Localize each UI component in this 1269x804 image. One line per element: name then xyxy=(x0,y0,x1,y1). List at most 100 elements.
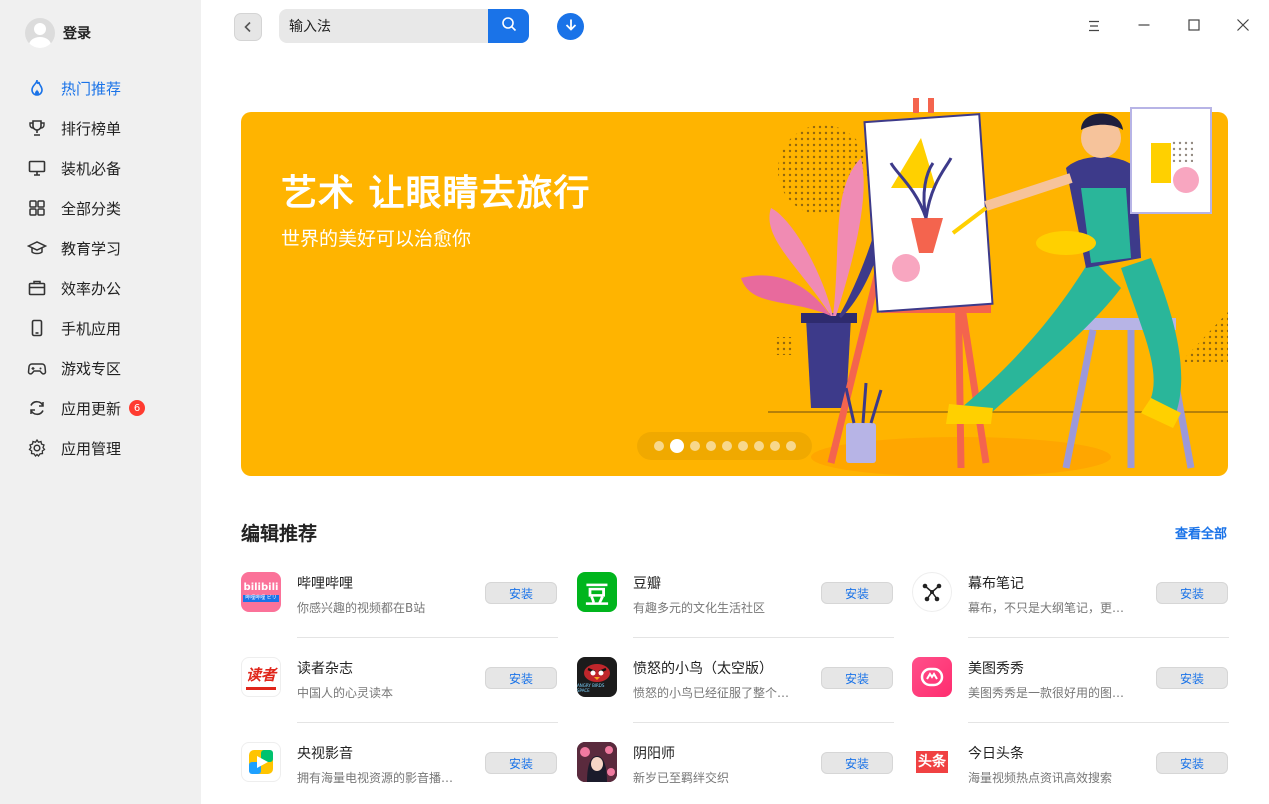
maximize-icon xyxy=(1187,17,1201,36)
minimize-button[interactable] xyxy=(1132,14,1156,38)
back-button[interactable] xyxy=(234,13,262,41)
phone-icon xyxy=(27,318,47,338)
sidebar-item-categories[interactable]: 全部分类 xyxy=(0,188,201,228)
sidebar-item-games[interactable]: 游戏专区 xyxy=(0,348,201,388)
sidebar-item-office[interactable]: 效率办公 xyxy=(0,268,201,308)
carousel-dot[interactable] xyxy=(669,439,684,453)
install-button[interactable]: 安装 xyxy=(821,582,893,604)
sidebar-item-essentials[interactable]: 装机必备 xyxy=(0,148,201,188)
app-name[interactable]: 哔哩哔哩 xyxy=(297,573,353,593)
sidebar-item-label: 效率办公 xyxy=(61,279,122,298)
install-button[interactable]: 安装 xyxy=(485,582,557,604)
view-all-link[interactable]: 查看全部 xyxy=(1175,523,1227,542)
app-description: 有趣多元的文化生活社区 xyxy=(633,601,766,615)
app-name[interactable]: 幕布笔记 xyxy=(968,573,1024,593)
sidebar-item-manage[interactable]: 应用管理 xyxy=(0,428,201,468)
app-item-cctv[interactable]: 央视影音 拥有海量电视资源的影音播… 安装 xyxy=(241,735,558,804)
carousel-dot[interactable] xyxy=(653,441,664,451)
search-input[interactable] xyxy=(279,9,488,43)
briefcase-icon xyxy=(27,278,47,298)
app-name[interactable]: 央视影音 xyxy=(297,743,353,763)
sidebar-item-label: 排行榜单 xyxy=(61,119,122,138)
app-name[interactable]: 豆瓣 xyxy=(633,573,661,593)
carousel-dot[interactable] xyxy=(689,441,700,451)
carousel-dot[interactable] xyxy=(753,441,764,451)
login-label[interactable]: 登录 xyxy=(63,23,91,43)
carousel-indicator[interactable] xyxy=(637,432,812,460)
app-item-douban[interactable]: 豆 豆瓣 有趣多元的文化生活社区 安装 xyxy=(577,565,894,650)
search-box[interactable] xyxy=(279,9,529,43)
close-button[interactable] xyxy=(1231,14,1255,38)
sidebar-nav: 热门推荐 排行榜单 装机必备 全部分类 教育学习 效率办公 手机应用 游戏专区 … xyxy=(0,68,201,468)
install-button[interactable]: 安装 xyxy=(1156,582,1228,604)
app-description: 美图秀秀是一款很好用的图… xyxy=(968,686,1125,700)
sidebar-item-label: 手机应用 xyxy=(61,319,122,338)
app-name[interactable]: 读者杂志 xyxy=(297,658,353,678)
carousel-dot[interactable] xyxy=(785,441,796,451)
minimize-icon xyxy=(1137,17,1151,36)
close-icon xyxy=(1236,17,1250,36)
app-name[interactable]: 阴阳师 xyxy=(633,743,675,763)
carousel-dot[interactable] xyxy=(705,441,716,451)
trophy-icon xyxy=(27,118,47,138)
chevron-left-icon xyxy=(242,18,254,37)
monitor-icon xyxy=(27,158,47,178)
sidebar-item-label: 热门推荐 xyxy=(61,79,122,98)
sidebar-item-label: 应用管理 xyxy=(61,439,122,458)
app-item-angry-birds[interactable]: ANGRY BIRDS SPACE 愤怒的小鸟（太空版） 愤怒的小鸟已经征服了整… xyxy=(577,650,894,735)
install-button[interactable]: 安装 xyxy=(821,667,893,689)
download-manager-button[interactable] xyxy=(557,13,584,40)
banner-subtitle: 世界的美好可以治愈你 xyxy=(281,228,472,250)
sidebar-item-mobile[interactable]: 手机应用 xyxy=(0,308,201,348)
sidebar-item-ranking[interactable]: 排行榜单 xyxy=(0,108,201,148)
sidebar-item-label: 游戏专区 xyxy=(61,359,122,378)
app-item-onmyoji[interactable]: 阴阳师 新岁已至羁绊交织 安装 xyxy=(577,735,894,804)
app-item-meitu[interactable]: 美图秀秀 美图秀秀是一款很好用的图… 安装 xyxy=(912,650,1229,735)
featured-banner[interactable]: 艺术 让眼睛去旅行 世界的美好可以治愈你 xyxy=(241,98,1228,476)
avatar[interactable] xyxy=(25,18,55,48)
app-item-mubu[interactable]: 幕布笔记 幕布，不只是大纲笔记，更… 安装 xyxy=(912,565,1229,650)
search-icon xyxy=(501,16,517,36)
divider xyxy=(297,722,558,723)
search-button[interactable] xyxy=(488,9,529,43)
app-description: 愤怒的小鸟已经征服了整个… xyxy=(633,686,790,700)
install-button[interactable]: 安装 xyxy=(1156,752,1228,774)
app-description: 拥有海量电视资源的影音播… xyxy=(297,771,454,785)
sidebar-item-hot[interactable]: 热门推荐 xyxy=(0,68,201,108)
gamepad-icon xyxy=(27,358,47,378)
install-button[interactable]: 安装 xyxy=(1156,667,1228,689)
sidebar-item-updates[interactable]: 应用更新 6 xyxy=(0,388,201,428)
app-item-duzhe[interactable]: 读者 读者杂志 中国人的心灵读本 安装 xyxy=(241,650,558,735)
divider xyxy=(633,637,894,638)
app-item-toutiao[interactable]: 头条 今日头条 海量视频热点资讯高效搜索 安装 xyxy=(912,735,1229,804)
app-name[interactable]: 今日头条 xyxy=(968,743,1024,763)
carousel-dot[interactable] xyxy=(721,441,732,451)
app-name[interactable]: 愤怒的小鸟（太空版） xyxy=(633,658,773,678)
install-button[interactable]: 安装 xyxy=(485,752,557,774)
app-description: 你感兴趣的视频都在B站 xyxy=(297,601,426,615)
section-title: 编辑推荐 xyxy=(241,523,318,545)
divider xyxy=(633,722,894,723)
install-button[interactable]: 安装 xyxy=(485,667,557,689)
install-button[interactable]: 安装 xyxy=(821,752,893,774)
sidebar-item-label: 全部分类 xyxy=(61,199,122,218)
app-description: 中国人的心灵读本 xyxy=(297,686,394,700)
hamburger-menu-icon xyxy=(1087,17,1101,36)
maximize-button[interactable] xyxy=(1182,14,1206,38)
app-name[interactable]: 美图秀秀 xyxy=(968,658,1024,678)
user-login[interactable]: 登录 xyxy=(25,18,91,48)
sidebar: 登录 热门推荐 排行榜单 装机必备 全部分类 教育学习 效率办公 手机应用 游戏… xyxy=(0,0,201,804)
sidebar-item-label: 应用更新 xyxy=(61,399,122,418)
carousel-dot[interactable] xyxy=(737,441,748,451)
app-description: 海量视频热点资讯高效搜索 xyxy=(968,771,1113,785)
sidebar-item-education[interactable]: 教育学习 xyxy=(0,228,201,268)
app-item-bilibili[interactable]: bilibili 哔哩哔哩 ビリ 哔哩哔哩 你感兴趣的视频都在B站 安装 xyxy=(241,565,558,650)
menu-button[interactable] xyxy=(1082,14,1106,38)
app-description: 新岁已至羁绊交织 xyxy=(633,771,730,785)
fire-icon xyxy=(27,78,47,98)
artist-illustration xyxy=(741,98,1212,469)
app-description: 幕布，不只是大纲笔记，更… xyxy=(968,601,1125,615)
toutiao-icon: 头条 xyxy=(912,742,952,782)
carousel-dot[interactable] xyxy=(769,441,780,451)
divider xyxy=(297,637,558,638)
